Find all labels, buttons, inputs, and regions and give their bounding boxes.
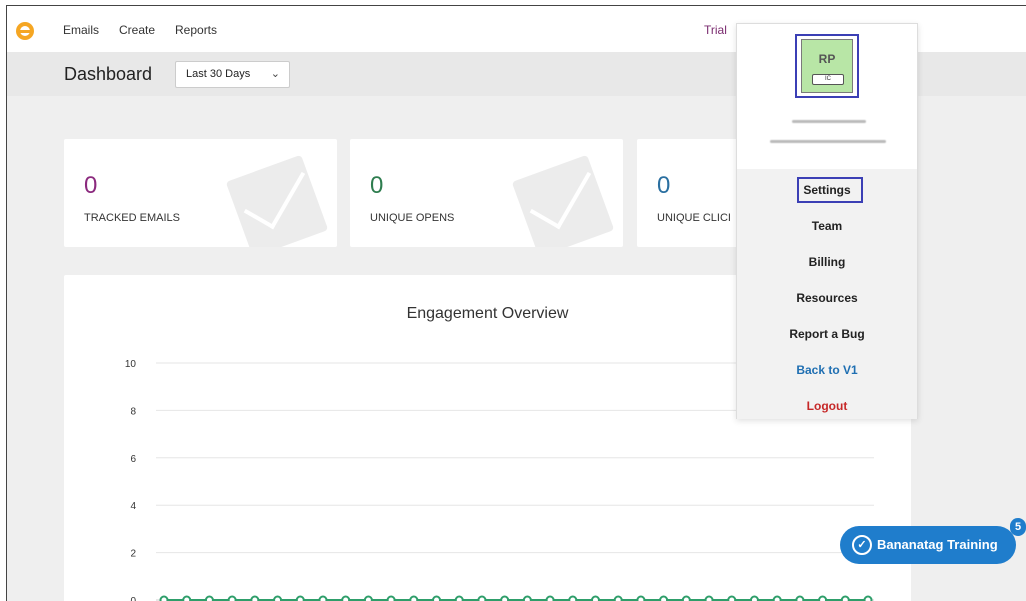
y-tick-label: 8 xyxy=(130,406,136,417)
data-point[interactable] xyxy=(363,595,373,601)
page-title: Dashboard xyxy=(64,64,153,84)
data-point[interactable] xyxy=(659,595,669,601)
data-point[interactable] xyxy=(227,595,237,601)
nav-create[interactable]: Create xyxy=(119,23,155,37)
data-point[interactable] xyxy=(681,595,691,601)
data-point[interactable] xyxy=(840,595,850,601)
stat-label: UNIQUE OPENS xyxy=(370,212,455,224)
menu-settings[interactable]: Settings xyxy=(737,183,917,197)
stat-card-unique-opens: 0 UNIQUE OPENS xyxy=(350,139,623,247)
stat-value: 0 xyxy=(84,172,98,199)
redacted-name xyxy=(792,120,866,123)
menu-resources[interactable]: Resources xyxy=(737,291,917,305)
nav-reports[interactable]: Reports xyxy=(175,23,217,37)
y-tick-label: 4 xyxy=(130,501,136,512)
data-point[interactable] xyxy=(704,595,714,601)
data-point[interactable] xyxy=(250,595,260,601)
training-button[interactable]: ✓ Bananatag Training xyxy=(840,526,1016,564)
bananatag-logo-icon[interactable] xyxy=(16,22,34,40)
data-point[interactable] xyxy=(727,595,737,601)
data-point[interactable] xyxy=(590,595,600,601)
data-point[interactable] xyxy=(454,595,464,601)
data-point[interactable] xyxy=(522,595,532,601)
trial-link[interactable]: Trial xyxy=(704,23,727,37)
stat-label: TRACKED EMAILS xyxy=(84,212,180,224)
data-point[interactable] xyxy=(636,595,646,601)
menu-team[interactable]: Team xyxy=(737,219,917,233)
data-point[interactable] xyxy=(159,595,169,601)
data-point[interactable] xyxy=(568,595,578,601)
data-point[interactable] xyxy=(273,595,283,601)
date-range-value: Last 30 Days xyxy=(186,68,251,80)
training-count-badge: 5 xyxy=(1010,518,1026,536)
y-tick-label: 2 xyxy=(130,549,136,560)
menu-billing[interactable]: Billing xyxy=(737,255,917,269)
stat-value: 0 xyxy=(370,172,384,199)
menu-items: Settings Team Billing Resources Report a… xyxy=(737,169,917,419)
envelope-icon xyxy=(225,154,329,247)
data-point[interactable] xyxy=(863,595,873,601)
data-point[interactable] xyxy=(613,595,623,601)
app-frame: Emails Create Reports Trial Dashboard La… xyxy=(6,5,1026,601)
data-point[interactable] xyxy=(409,595,419,601)
profile-section: RP IC xyxy=(737,24,917,169)
avatar-badge: IC xyxy=(812,74,844,85)
data-point[interactable] xyxy=(477,595,487,601)
y-tick-label: 10 xyxy=(125,359,137,370)
avatar-highlight: RP IC xyxy=(795,34,859,98)
stat-card-tracked-emails: 0 TRACKED EMAILS xyxy=(64,139,337,247)
y-tick-label: 0 xyxy=(130,596,136,601)
chevron-down-icon: ⌄ xyxy=(270,68,280,80)
avatar-initials: RP xyxy=(818,52,836,66)
data-point[interactable] xyxy=(500,595,510,601)
data-point[interactable] xyxy=(341,595,351,601)
data-point[interactable] xyxy=(545,595,555,601)
data-point[interactable] xyxy=(795,595,805,601)
menu-logout[interactable]: Logout xyxy=(737,399,917,413)
data-point[interactable] xyxy=(182,595,192,601)
menu-report-bug[interactable]: Report a Bug xyxy=(737,327,917,341)
y-tick-label: 6 xyxy=(130,454,136,465)
data-point[interactable] xyxy=(295,595,305,601)
menu-back-to-v1[interactable]: Back to V1 xyxy=(737,363,917,377)
data-point[interactable] xyxy=(432,595,442,601)
data-point[interactable] xyxy=(749,595,759,601)
data-point[interactable] xyxy=(318,595,328,601)
avatar[interactable]: RP IC xyxy=(801,39,853,93)
open-envelope-icon xyxy=(511,154,615,247)
account-dropdown-menu: RP IC Settings Team Billing Resources Re… xyxy=(736,23,918,419)
data-point[interactable] xyxy=(818,595,828,601)
nav-emails[interactable]: Emails xyxy=(63,23,99,37)
stat-value: 0 xyxy=(657,172,671,199)
stat-label: UNIQUE CLICI xyxy=(657,212,731,224)
data-point[interactable] xyxy=(204,595,214,601)
data-point[interactable] xyxy=(386,595,396,601)
training-label: Bananatag Training xyxy=(877,537,998,552)
redacted-email xyxy=(770,140,886,143)
data-point[interactable] xyxy=(772,595,782,601)
check-circle-icon: ✓ xyxy=(852,535,872,555)
date-range-select[interactable]: Last 30 Days ⌄ xyxy=(175,61,290,88)
